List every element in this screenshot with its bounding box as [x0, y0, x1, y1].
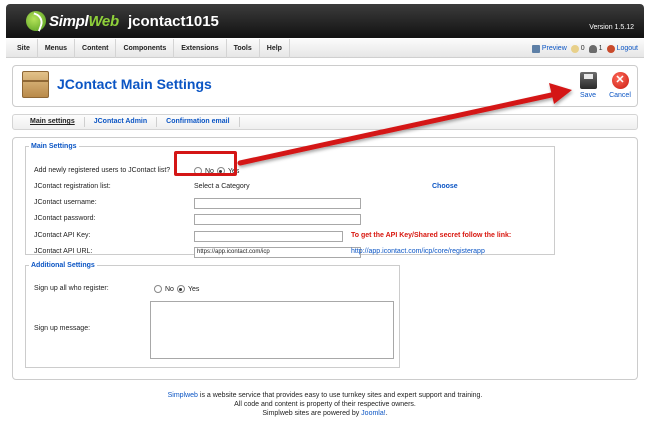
api-url-label: JContact API URL: — [34, 248, 93, 255]
menu-item-components[interactable]: Components — [116, 39, 175, 58]
messages-indicator[interactable]: 0 — [570, 44, 585, 53]
logo-swirl-icon — [26, 11, 46, 31]
logout-link[interactable]: Logout — [606, 44, 638, 53]
page-footer: Simplweb is a website service that provi… — [0, 391, 650, 418]
signup-all-no-label: No — [165, 285, 174, 293]
add-users-label: Add newly registered users to JContact l… — [34, 167, 171, 174]
logo-text-suffix: Web — [88, 12, 119, 30]
top-header: SimplWeb jcontact1015 Version 1.5.12 — [6, 4, 644, 38]
registration-list-value[interactable]: Select a Category — [194, 183, 250, 190]
preview-label: Preview — [541, 45, 567, 52]
menu-item-extensions[interactable]: Extensions — [174, 39, 227, 58]
logo-text-prefix: Simpl — [49, 12, 89, 30]
menu-item-menus[interactable]: Menus — [38, 39, 76, 58]
additional-settings-legend: Additional Settings — [31, 262, 95, 269]
users-count: 1 — [598, 45, 603, 52]
signup-message-textarea[interactable] — [150, 301, 394, 359]
save-icon — [579, 72, 597, 89]
cancel-button[interactable]: ✕ Cancel — [604, 72, 636, 99]
footer-line-2: All code and content is property of thei… — [234, 401, 416, 408]
signup-all-radio-group: No Yes — [154, 285, 199, 293]
menu-item-tools[interactable]: Tools — [227, 39, 260, 58]
username-label: JContact username: — [34, 199, 97, 206]
tab-main-settings[interactable]: Main settings — [23, 117, 85, 127]
registration-list-label: JContact registration list: — [34, 183, 111, 190]
api-url-input[interactable]: https://app.icontact.com/icp — [194, 247, 361, 258]
main-menu: Site Menus Content Components Extensions… — [10, 39, 290, 58]
save-label: Save — [580, 92, 596, 99]
password-input[interactable] — [194, 214, 361, 225]
preview-icon — [531, 44, 540, 53]
api-key-hint: To get the API Key/Shared secret follow … — [351, 232, 512, 239]
logout-icon — [606, 44, 615, 53]
messages-icon — [570, 44, 579, 53]
simplweb-logo[interactable]: SimplWeb — [26, 9, 119, 33]
annotation-highlight-box — [174, 151, 237, 176]
page-title: JContact Main Settings — [57, 76, 212, 92]
signup-all-no-radio[interactable] — [154, 285, 162, 293]
menu-bar: Site Menus Content Components Extensions… — [6, 39, 644, 58]
settings-tabs: Main settings JContact Admin Confirmatio… — [12, 114, 638, 130]
footer-simplweb-link[interactable]: Simplweb — [168, 392, 198, 399]
jcontact-box-icon — [22, 71, 49, 98]
menu-item-help[interactable]: Help — [260, 39, 290, 58]
choose-category-button[interactable]: Choose — [432, 183, 458, 190]
preview-link[interactable]: Preview — [531, 44, 567, 53]
signup-all-yes-label: Yes — [187, 285, 200, 293]
logout-label: Logout — [616, 45, 638, 52]
footer-line-1-text: is a website service that provides easy … — [197, 392, 483, 399]
settings-content: Main Settings Add newly registered users… — [12, 137, 638, 380]
footer-line-3-end: . — [385, 410, 388, 417]
footer-line-3-text: Simplweb sites are powered by — [262, 410, 362, 417]
api-key-input[interactable] — [194, 231, 343, 242]
site-name: jcontact1015 — [128, 13, 219, 30]
main-settings-legend: Main Settings — [31, 143, 77, 150]
version-label: Version 1.5.12 — [589, 24, 634, 31]
password-label: JContact password: — [34, 215, 96, 222]
users-icon — [588, 44, 597, 53]
additional-settings-fieldset: Additional Settings Sign up all who regi… — [25, 262, 400, 368]
signup-all-label: Sign up all who register: — [34, 285, 109, 292]
messages-count: 0 — [580, 45, 585, 52]
status-area: Preview 0 1 Logout — [531, 39, 638, 58]
footer-line-1: Simplweb is a website service that provi… — [0, 391, 650, 400]
signup-all-yes-radio[interactable] — [176, 285, 185, 293]
cancel-icon: ✕ — [611, 72, 629, 89]
main-settings-fieldset: Main Settings Add newly registered users… — [25, 143, 555, 258]
save-button[interactable]: Save — [572, 72, 604, 99]
menu-item-content[interactable]: Content — [75, 39, 117, 58]
tab-confirmation-email[interactable]: Confirmation email — [157, 117, 240, 127]
api-key-label: JContact API Key: — [34, 232, 91, 239]
register-app-link[interactable]: http://app.icontact.com/icp/core/registe… — [351, 248, 485, 255]
cancel-label: Cancel — [609, 92, 631, 99]
signup-message-label: Sign up message: — [34, 325, 91, 332]
footer-line-3: Simplweb sites are powered by Joomla!. — [0, 409, 650, 418]
page-toolbar: JContact Main Settings Save ✕ Cancel — [12, 65, 638, 107]
menu-item-site[interactable]: Site — [10, 39, 38, 58]
footer-joomla-link[interactable]: Joomla! — [361, 410, 386, 417]
users-indicator[interactable]: 1 — [588, 44, 603, 53]
tab-jcontact-admin[interactable]: JContact Admin — [85, 117, 158, 127]
username-input[interactable] — [194, 198, 361, 209]
